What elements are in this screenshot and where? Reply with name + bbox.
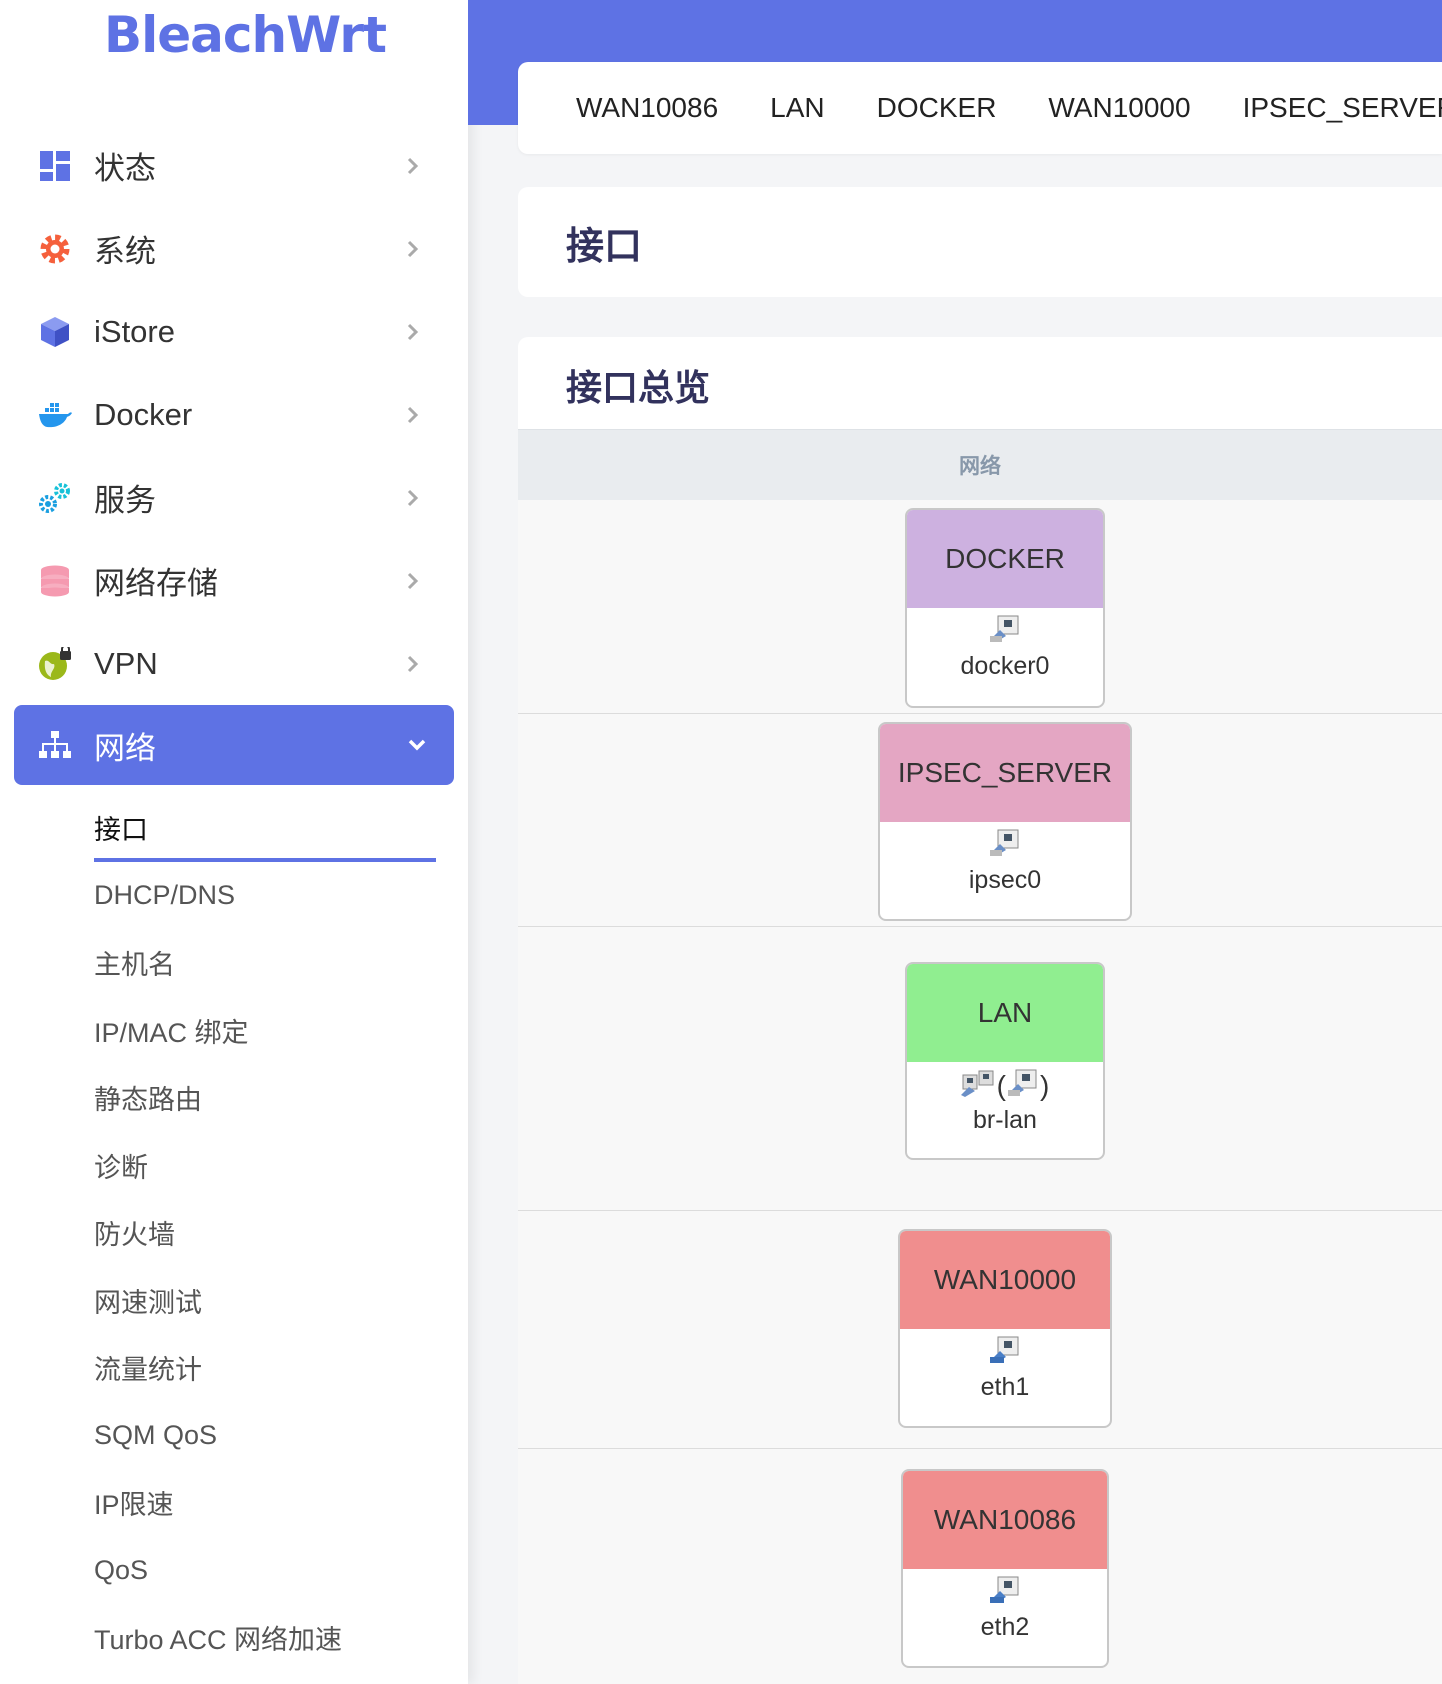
gear-icon bbox=[38, 232, 72, 266]
docker-whale-icon bbox=[38, 398, 72, 432]
globe-lock-icon bbox=[38, 646, 72, 681]
page-title: 接口 bbox=[566, 225, 643, 268]
interface-name[interactable]: DOCKER bbox=[907, 510, 1103, 608]
sub-item-turbo-acc[interactable]: Turbo ACC 网络加速 bbox=[0, 1604, 468, 1672]
sub-item-traffic-stats[interactable]: 流量统计 bbox=[0, 1334, 468, 1402]
section-title: 接口总览 bbox=[566, 367, 711, 408]
sidebar-item-docker[interactable]: Docker bbox=[0, 373, 468, 456]
table-row: WAN10086 eth2 bbox=[518, 1449, 1442, 1684]
sidebar-item-label: Docker bbox=[94, 396, 193, 432]
chevron-right-icon bbox=[407, 572, 419, 589]
interface-name[interactable]: LAN bbox=[907, 964, 1103, 1062]
chevron-right-icon bbox=[407, 323, 419, 340]
device-label: eth1 bbox=[980, 1373, 1030, 1401]
sidebar-item-system[interactable]: 系统 bbox=[0, 207, 468, 290]
chevron-right-icon bbox=[407, 655, 419, 672]
sub-item-speedtest[interactable]: 网速测试 bbox=[0, 1267, 468, 1335]
sidebar-item-label: 服务 bbox=[94, 483, 156, 518]
table-row: DOCKER docker0 bbox=[518, 500, 1442, 714]
sub-item-ip-limit[interactable]: IP限速 bbox=[0, 1469, 468, 1537]
sub-item-diagnostics[interactable]: 诊断 bbox=[0, 1132, 468, 1200]
sidebar-item-label: VPN bbox=[94, 645, 158, 681]
ethernet-icon bbox=[990, 1575, 1020, 1612]
sub-item-static-routes[interactable]: 静态路由 bbox=[0, 1064, 468, 1132]
paren-open: ( bbox=[996, 1070, 1006, 1101]
tab-ipsec-server[interactable]: IPSEC_SERVER bbox=[1243, 92, 1442, 124]
sub-item-firewall[interactable]: 防火墙 bbox=[0, 1199, 468, 1267]
network-submenu: 接口 DHCP/DNS 主机名 IP/MAC 绑定 静态路由 诊断 防火墙 网速… bbox=[0, 794, 468, 1672]
table-row: LAN ( ) br-lan bbox=[518, 927, 1442, 1211]
paren-close: ) bbox=[1040, 1070, 1050, 1101]
network-device-icon bbox=[990, 614, 1020, 651]
sidebar-item-status[interactable]: 状态 bbox=[0, 124, 468, 207]
device-label: eth2 bbox=[980, 1613, 1030, 1641]
ethernet-icon bbox=[990, 1335, 1020, 1372]
sidebar-item-istore[interactable]: iStore bbox=[0, 290, 468, 373]
sidebar-item-vpn[interactable]: VPN bbox=[0, 622, 468, 705]
interface-name[interactable]: WAN10000 bbox=[900, 1231, 1110, 1329]
sub-item-qos[interactable]: QoS bbox=[0, 1537, 468, 1605]
network-device-icon bbox=[1008, 1068, 1038, 1105]
interfaces-overview: 接口总览 网络 DOCKER docker0 IPSEC_SERVER ipse… bbox=[518, 337, 1442, 1684]
sub-item-ip-mac-binding[interactable]: IP/MAC 绑定 bbox=[0, 997, 468, 1065]
interface-box-docker: DOCKER docker0 bbox=[905, 508, 1105, 708]
device-label: ipsec0 bbox=[968, 866, 1042, 894]
chevron-right-icon bbox=[407, 240, 419, 257]
sitemap-icon bbox=[38, 728, 72, 762]
sub-item-hostnames[interactable]: 主机名 bbox=[0, 929, 468, 997]
table-row: IPSEC_SERVER ipsec0 bbox=[518, 714, 1442, 927]
gears-icon bbox=[38, 481, 72, 515]
tab-lan[interactable]: LAN bbox=[770, 92, 824, 124]
sidebar-menu: 状态 系统 iStore Docker 服务 网络存储 VPN 网络 bbox=[0, 124, 468, 785]
page-title-card: 接口 bbox=[518, 187, 1442, 297]
interface-name[interactable]: IPSEC_SERVER bbox=[880, 724, 1130, 822]
chevron-right-icon bbox=[407, 489, 419, 506]
sub-item-dhcp-dns[interactable]: DHCP/DNS bbox=[0, 862, 468, 930]
column-header-network: 网络 bbox=[518, 429, 1442, 501]
sub-item-interfaces[interactable]: 接口 bbox=[0, 794, 468, 862]
interface-tabs: WAN10086 LAN DOCKER WAN10000 IPSEC_SERVE… bbox=[518, 62, 1442, 154]
sidebar-item-network[interactable]: 网络 bbox=[14, 705, 454, 785]
tab-wan10000[interactable]: WAN10000 bbox=[1048, 92, 1190, 124]
dashboard-icon bbox=[38, 149, 72, 183]
bridge-icon bbox=[960, 1069, 995, 1104]
sidebar-item-label: 网络存储 bbox=[94, 566, 218, 601]
sidebar-item-label: 系统 bbox=[94, 234, 156, 269]
sidebar-item-services[interactable]: 服务 bbox=[0, 456, 468, 539]
interface-box-wan10000: WAN10000 eth1 bbox=[898, 1229, 1112, 1428]
chevron-right-icon bbox=[407, 157, 419, 174]
interface-name[interactable]: WAN10086 bbox=[903, 1471, 1107, 1569]
interface-box-wan10086: WAN10086 eth2 bbox=[901, 1469, 1109, 1668]
brand-logo[interactable]: BleachWrt bbox=[104, 6, 387, 64]
interface-box-lan: LAN ( ) br-lan bbox=[905, 962, 1105, 1160]
sidebar-item-label: iStore bbox=[94, 313, 175, 349]
sidebar-item-nas[interactable]: 网络存储 bbox=[0, 539, 468, 622]
sub-item-sqm-qos[interactable]: SQM QoS bbox=[0, 1402, 468, 1470]
sidebar-item-label: 状态 bbox=[94, 151, 156, 186]
cube-icon bbox=[38, 315, 72, 349]
sidebar-item-label: 网络 bbox=[94, 730, 156, 766]
database-icon bbox=[38, 564, 72, 598]
device-label: docker0 bbox=[960, 652, 1050, 680]
device-label: br-lan bbox=[973, 1106, 1037, 1134]
chevron-down-icon bbox=[408, 739, 426, 751]
table-row: WAN10000 eth1 bbox=[518, 1211, 1442, 1449]
interface-box-ipsec-server: IPSEC_SERVER ipsec0 bbox=[878, 722, 1132, 921]
tab-wan10086[interactable]: WAN10086 bbox=[576, 92, 718, 124]
network-device-icon bbox=[990, 828, 1020, 865]
chevron-right-icon bbox=[407, 406, 419, 423]
tab-docker[interactable]: DOCKER bbox=[877, 92, 997, 124]
sidebar: BleachWrt 状态 系统 iStore Docker 服务 网络存储 VP… bbox=[0, 0, 468, 1684]
